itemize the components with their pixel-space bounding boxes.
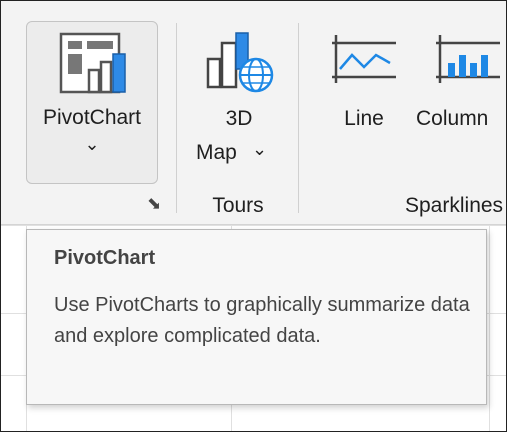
group-separator (298, 23, 299, 213)
column-sparkline-label: Column (416, 107, 489, 130)
grid-line (1, 225, 506, 226)
line-sparkline-icon (332, 33, 396, 85)
group-label-tours: Tours (212, 194, 264, 217)
ribbon: PivotChart ⌄ ⬊ 3D Map ⌄ Tours Line Colum… (1, 1, 506, 225)
3d-map-button[interactable]: 3D Map ⌄ (194, 23, 286, 183)
3d-map-label-line2: Map (196, 141, 237, 164)
excel-window-crop: PivotChart ⌄ ⬊ 3D Map ⌄ Tours Line Colum… (0, 0, 507, 432)
group-label-sparklines: Sparklines (405, 194, 504, 217)
tooltip-title: PivotChart (54, 247, 156, 269)
column-sparkline-icon (436, 33, 500, 85)
line-sparkline-label: Line (344, 107, 384, 130)
dialog-launcher-icon[interactable]: ⬊ (147, 194, 161, 214)
tooltip-description: Use PivotCharts to graphically summarize… (54, 294, 470, 347)
pivotchart-label: PivotChart (42, 106, 142, 129)
3d-map-icon (206, 29, 274, 95)
line-sparkline-button[interactable]: Line (326, 23, 402, 143)
group-separator (176, 23, 177, 213)
chevron-down-icon: ⌄ (252, 139, 268, 159)
pivotchart-tooltip: PivotChart Use PivotCharts to graphicall… (26, 229, 487, 405)
3d-map-label-line1: 3D (225, 107, 253, 130)
pivotchart-button[interactable]: PivotChart ⌄ (26, 21, 158, 184)
column-sparkline-button[interactable]: Column (416, 23, 506, 143)
grid-line (489, 225, 490, 431)
pivotchart-icon (59, 32, 127, 96)
chevron-down-icon: ⌄ (84, 134, 100, 154)
